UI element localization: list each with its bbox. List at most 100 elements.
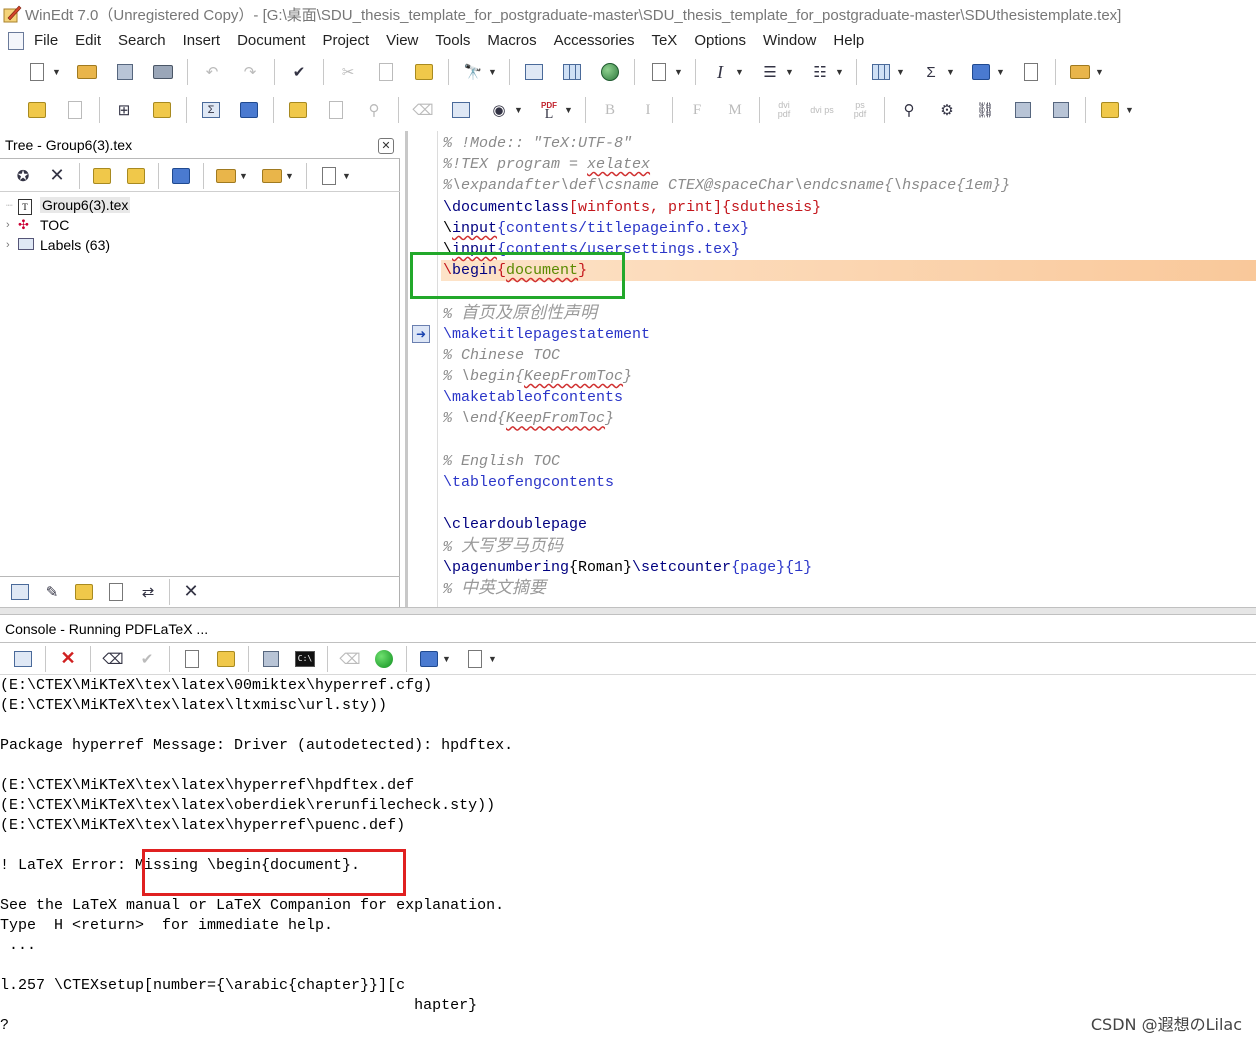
folder-star-icon[interactable] — [1068, 60, 1092, 84]
dvipdf-button[interactable]: dvi pdf — [772, 98, 796, 122]
m-button[interactable]: M — [723, 98, 747, 122]
tree-search-icon[interactable] — [104, 580, 128, 604]
code-line[interactable]: % 首页及原创性声明 — [441, 303, 1256, 324]
tabular-icon[interactable] — [869, 60, 893, 84]
preview-icon[interactable] — [449, 98, 473, 122]
open-folder-icon[interactable] — [75, 60, 99, 84]
project-files-icon[interactable] — [169, 164, 193, 188]
code-line[interactable]: % English TOC — [441, 451, 1256, 472]
menu-project[interactable]: Project — [322, 32, 369, 49]
tree-build-icon[interactable] — [72, 580, 96, 604]
expand-icon[interactable] — [90, 164, 114, 188]
document-dropdown-icon[interactable]: ▼ — [674, 67, 684, 77]
compile-icon[interactable]: ◉ — [487, 98, 511, 122]
tree-node-toc[interactable]: › ✣ TOC — [0, 215, 400, 235]
book-icon[interactable] — [969, 60, 993, 84]
menu-macros[interactable]: Macros — [487, 32, 536, 49]
sum-dropdown-icon[interactable]: ▼ — [946, 67, 956, 77]
build-icon[interactable] — [1049, 98, 1073, 122]
italic-button[interactable]: I — [636, 98, 660, 122]
code-line[interactable]: \maketitlepagestatement — [441, 324, 1256, 345]
terminal-icon[interactable]: C:\ — [293, 647, 317, 671]
pdflatex-icon[interactable]: PDF L — [537, 98, 561, 122]
menu-accessories[interactable]: Accessories — [554, 32, 635, 49]
gather-icon[interactable] — [150, 98, 174, 122]
compile-dropdown-icon[interactable]: ▼ — [514, 105, 524, 115]
bold-button[interactable]: B — [598, 98, 622, 122]
options-tree-icon[interactable] — [317, 164, 341, 188]
close-icon[interactable]: ✕ — [378, 138, 394, 154]
project-icon[interactable] — [286, 98, 310, 122]
macro-dropdown-icon[interactable]: ▼ — [1125, 105, 1135, 115]
italic-cursor-icon[interactable]: I — [708, 60, 732, 84]
italic-dropdown-icon[interactable]: ▼ — [735, 67, 745, 77]
copy-console-icon[interactable] — [180, 647, 204, 671]
code-line[interactable]: %!TEX program = xelatex — [441, 154, 1256, 175]
code-line[interactable]: \documentclass[winfonts, print]{sduthesi… — [441, 197, 1256, 218]
menu-view[interactable]: View — [386, 32, 418, 49]
console-settings-icon[interactable] — [463, 647, 487, 671]
bookmark-arrow-icon[interactable]: ➜ — [412, 325, 430, 343]
menu-search[interactable]: Search — [118, 32, 166, 49]
window-icon[interactable] — [259, 647, 283, 671]
delete-icon[interactable]: ✕ — [45, 164, 69, 188]
chevron-right-icon[interactable]: › — [6, 219, 18, 231]
disabled-clean-icon[interactable]: ⌫ — [338, 647, 362, 671]
list-icon[interactable]: ☷ — [808, 60, 832, 84]
stop-icon[interactable]: ✕ — [56, 647, 80, 671]
menu-insert[interactable]: Insert — [183, 32, 221, 49]
new-file-icon[interactable] — [25, 60, 49, 84]
undo-icon[interactable]: ↶ — [200, 60, 224, 84]
tabular-dropdown-icon[interactable]: ▼ — [896, 67, 906, 77]
run-icon[interactable] — [372, 647, 396, 671]
menu-tex[interactable]: TeX — [651, 32, 677, 49]
open-tree-dropdown-icon[interactable]: ▼ — [239, 171, 249, 181]
tree-close-icon[interactable]: ✕ — [179, 580, 203, 604]
paste-icon[interactable] — [412, 60, 436, 84]
save-icon[interactable] — [113, 60, 137, 84]
math-icon[interactable]: Σ — [199, 98, 223, 122]
find-icon[interactable]: 🔭 — [461, 60, 485, 84]
table-icon[interactable] — [560, 60, 584, 84]
cut-icon[interactable]: ✂ — [336, 60, 360, 84]
menu-document[interactable]: Document — [237, 32, 305, 49]
code-line[interactable]: % 中英文摘要 — [441, 578, 1256, 599]
notes-icon[interactable] — [1019, 60, 1043, 84]
code-area[interactable]: % !Mode:: "TeX:UTF-8" %!TEX program = xel… — [441, 133, 1256, 599]
f-button[interactable]: F — [685, 98, 709, 122]
save-tree-icon[interactable] — [260, 164, 284, 188]
project-disabled-icon[interactable] — [324, 98, 348, 122]
new-file-dropdown-icon[interactable]: ▼ — [52, 67, 62, 77]
horizontal-splitter[interactable] — [0, 607, 1256, 615]
redo-icon[interactable]: ↷ — [238, 60, 262, 84]
menu-edit[interactable]: Edit — [75, 32, 101, 49]
console-window-icon[interactable] — [237, 98, 261, 122]
collapse-icon[interactable] — [124, 164, 148, 188]
save-tree-dropdown-icon[interactable]: ▼ — [285, 171, 295, 181]
macro-icon[interactable] — [1098, 98, 1122, 122]
copy-icon[interactable] — [374, 60, 398, 84]
pdf-view-icon[interactable] — [1011, 98, 1035, 122]
chevron-right-icon[interactable]: › — [6, 239, 18, 251]
paste-console-icon[interactable] — [214, 647, 238, 671]
blank-page-icon[interactable] — [63, 98, 87, 122]
folder-star-dropdown-icon[interactable]: ▼ — [1095, 67, 1105, 77]
code-line[interactable]: % !Mode:: "TeX:UTF-8" — [441, 133, 1256, 154]
menu-file[interactable]: File — [34, 32, 58, 49]
align-icon[interactable]: ☰ — [758, 60, 782, 84]
code-line[interactable]: %\expandafter\def\csname CTEX@spaceChar\… — [441, 175, 1256, 196]
dvips-button[interactable]: dvi ps — [810, 98, 834, 122]
spellcheck-icon[interactable]: ✔ — [287, 60, 311, 84]
tree-view-icon[interactable] — [8, 580, 32, 604]
tree-node-root[interactable]: ┈ T Group6(3).tex — [0, 195, 400, 215]
console-settings-dropdown-icon[interactable]: ▼ — [488, 654, 498, 664]
code-line[interactable] — [441, 493, 1256, 514]
find-dropdown-icon[interactable]: ▼ — [488, 67, 498, 77]
print-icon[interactable] — [151, 60, 175, 84]
menu-window[interactable]: Window — [763, 32, 816, 49]
code-line[interactable]: % 大写罗马页码 — [441, 536, 1256, 557]
document-menu-icon[interactable] — [8, 31, 24, 50]
dvi-search-icon[interactable]: ⚲ — [897, 98, 921, 122]
align-dropdown-icon[interactable]: ▼ — [785, 67, 795, 77]
code-line[interactable]: \pagenumbering{Roman}\setcounter{page}{1… — [441, 557, 1256, 578]
